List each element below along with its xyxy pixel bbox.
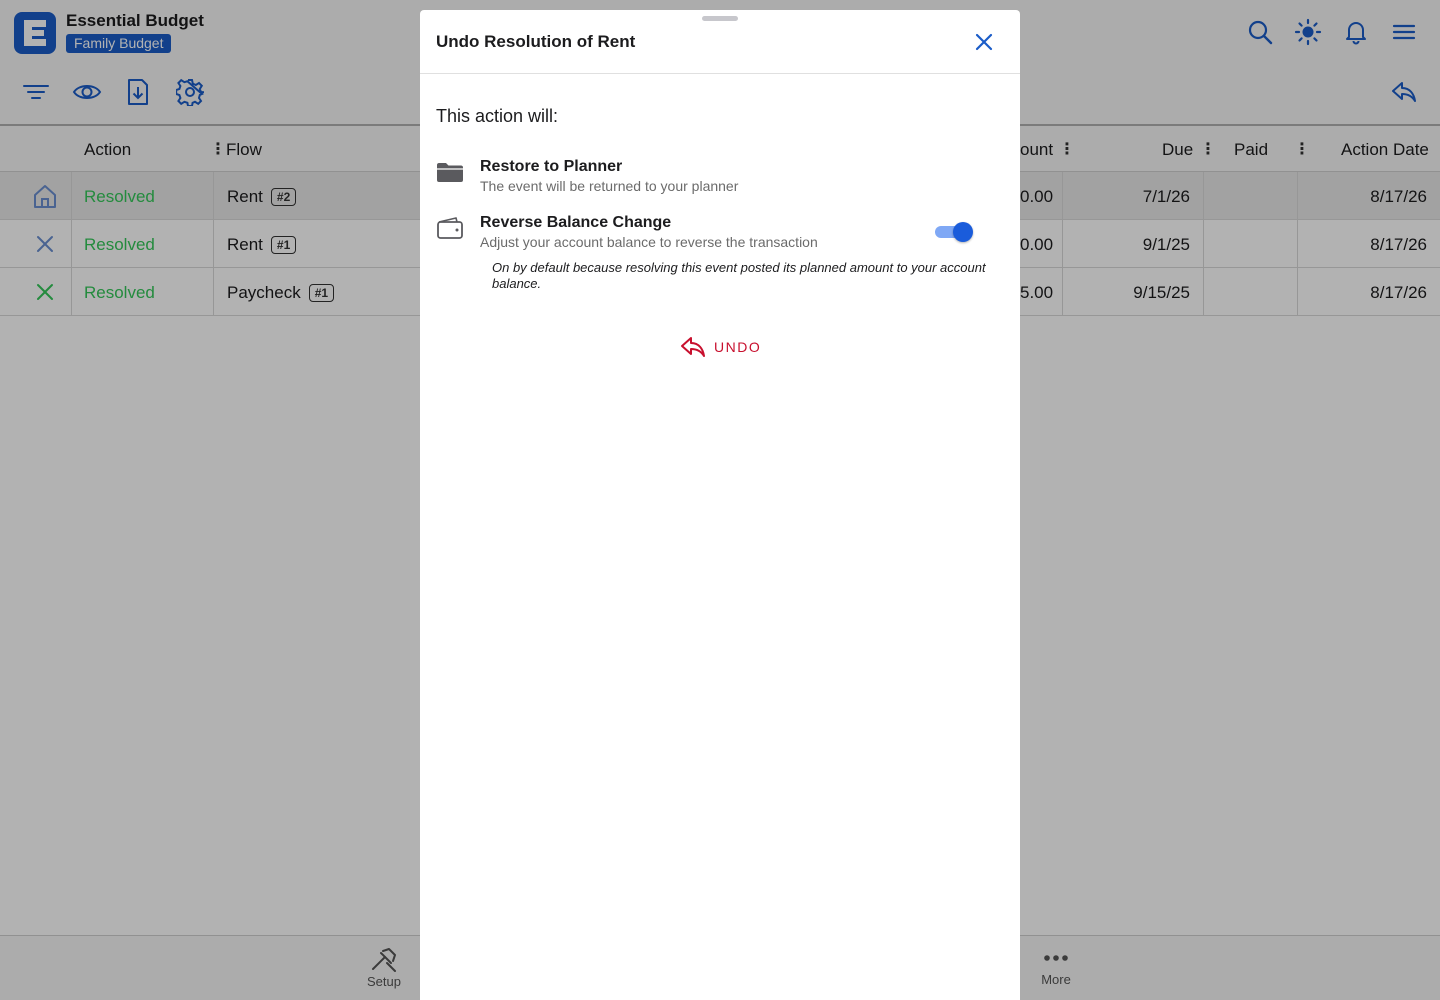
restore-subtitle: The event will be returned to your plann… bbox=[480, 178, 739, 194]
undo-button[interactable]: UNDO bbox=[680, 334, 761, 360]
wallet-icon bbox=[436, 216, 464, 240]
close-button[interactable] bbox=[972, 30, 996, 54]
close-icon bbox=[975, 33, 993, 51]
dialog-header: Undo Resolution of Rent bbox=[420, 10, 1020, 74]
undo-icon bbox=[681, 337, 705, 357]
reverse-title: Reverse Balance Change bbox=[480, 214, 672, 231]
restore-option: Restore to Planner The event will be ret… bbox=[436, 158, 1006, 198]
restore-title: Restore to Planner bbox=[480, 158, 623, 175]
undo-resolution-dialog: Undo Resolution of Rent This action will… bbox=[420, 10, 1020, 1000]
folder-icon bbox=[436, 160, 464, 184]
intro-text: This action will: bbox=[436, 106, 559, 126]
toggle-knob bbox=[953, 222, 973, 242]
reverse-subtitle: Adjust your account balance to reverse t… bbox=[480, 234, 818, 250]
reverse-balance-option: Reverse Balance Change Adjust your accou… bbox=[436, 214, 1006, 304]
dialog-title: Undo Resolution of Rent bbox=[436, 32, 636, 51]
undo-label: UNDO bbox=[714, 339, 762, 355]
reverse-balance-toggle[interactable] bbox=[935, 222, 973, 242]
reverse-note: On by default because resolving this eve… bbox=[492, 260, 986, 291]
drag-handle[interactable] bbox=[702, 16, 738, 21]
